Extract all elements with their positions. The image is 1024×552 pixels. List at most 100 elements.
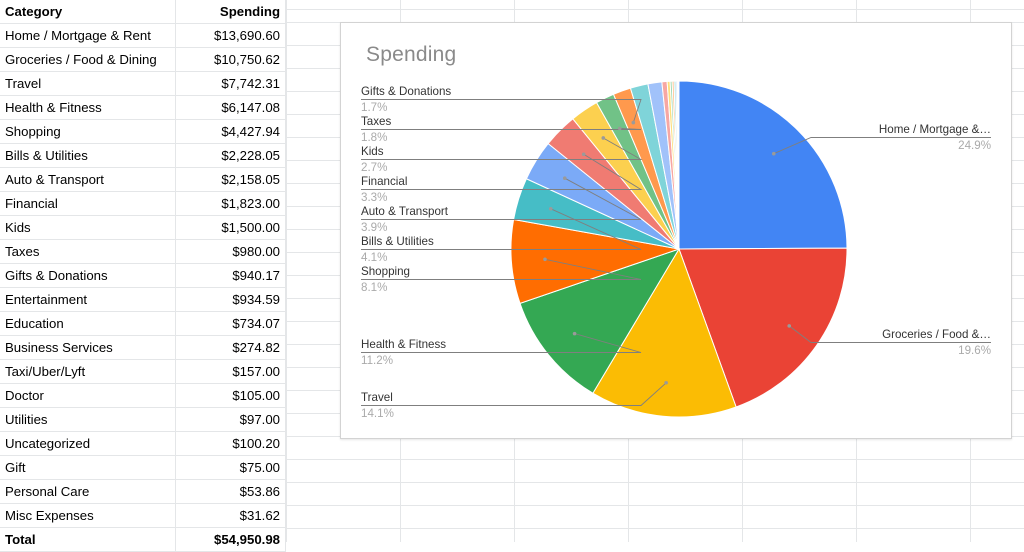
cell-amount[interactable]: $274.82	[175, 335, 287, 360]
table-row: Groceries / Food & Dining $10,750.62	[0, 47, 287, 72]
cell-category[interactable]: Business Services	[0, 335, 176, 360]
pie-label-name: Groceries / Food &…	[882, 328, 991, 341]
pie-chart-card[interactable]: Spending Gifts & Donations 1.7% Taxes 1.8% K…	[340, 22, 1012, 439]
cell-amount[interactable]: $4,427.94	[175, 119, 287, 144]
column-header-category[interactable]: Category	[0, 0, 176, 24]
table-row: Home / Mortgage & Rent $13,690.60	[0, 23, 287, 48]
cell-amount[interactable]: $100.20	[175, 431, 287, 456]
cell-total-amount[interactable]: $54,950.98	[175, 527, 287, 552]
table-row: Shopping $4,427.94	[0, 119, 287, 144]
pie-leader-dot	[562, 176, 567, 180]
cell-category[interactable]: Uncategorized	[0, 431, 176, 456]
pie-label-name: Travel	[361, 391, 393, 404]
cell-amount[interactable]: $97.00	[175, 407, 287, 432]
cell-category[interactable]: Kids	[0, 215, 176, 240]
spending-table: Category Spending Home / Mortgage & Rent…	[0, 0, 287, 552]
table-row: Doctor $105.00	[0, 383, 287, 408]
cell-category[interactable]: Groceries / Food & Dining	[0, 47, 176, 72]
cell-category[interactable]: Bills & Utilities	[0, 143, 176, 168]
table-row: Education $734.07	[0, 311, 287, 336]
table-row: Gifts & Donations $940.17	[0, 263, 287, 288]
pie-slice[interactable]	[678, 80, 848, 250]
pie-leader-dot	[631, 120, 636, 125]
table-row: Uncategorized $100.20	[0, 431, 287, 456]
cell-amount[interactable]: $10,750.62	[175, 47, 287, 72]
cell-amount[interactable]: $1,823.00	[175, 191, 287, 216]
pie-label-name: Home / Mortgage &…	[879, 123, 991, 136]
table-total-row: Total $54,950.98	[0, 527, 287, 552]
cell-category[interactable]: Gift	[0, 455, 176, 480]
pie-label-percent: 2.7%	[361, 161, 387, 174]
cell-category[interactable]: Education	[0, 311, 176, 336]
table-body: Home / Mortgage & Rent $13,690.60 Grocerie…	[0, 23, 287, 552]
cell-amount[interactable]: $1,500.00	[175, 215, 287, 240]
pie-label-name: Bills & Utilities	[361, 235, 434, 248]
pie-label-percent: 3.9%	[361, 221, 387, 234]
column-header-spending[interactable]: Spending	[175, 0, 287, 24]
cell-amount[interactable]: $13,690.60	[175, 23, 287, 48]
pie-label-percent: 1.7%	[361, 101, 387, 114]
pie-leader-dot	[787, 324, 792, 328]
cell-category[interactable]: Utilities	[0, 407, 176, 432]
cell-category[interactable]: Shopping	[0, 119, 176, 144]
table-row: Taxes $980.00	[0, 239, 287, 264]
table-row: Kids $1,500.00	[0, 215, 287, 240]
pie-leader-dot	[548, 206, 553, 211]
cell-amount[interactable]: $31.62	[175, 503, 287, 528]
cell-amount[interactable]: $2,158.05	[175, 167, 287, 192]
cell-category[interactable]: Taxi/Uber/Lyft	[0, 359, 176, 384]
pie-label-name: Shopping	[361, 265, 410, 278]
table-row: Personal Care $53.86	[0, 479, 287, 504]
pie-chart-svg[interactable]: Gifts & Donations 1.7%Taxes 1.8%Kids 2.7%Fi…	[341, 23, 1011, 438]
cell-category[interactable]: Misc Expenses	[0, 503, 176, 528]
cell-category[interactable]: Home / Mortgage & Rent	[0, 23, 176, 48]
cell-category[interactable]: Doctor	[0, 383, 176, 408]
cell-amount[interactable]: $157.00	[175, 359, 287, 384]
table-row: Travel $7,742.31	[0, 71, 287, 96]
cell-amount[interactable]: $734.07	[175, 311, 287, 336]
table-row: Gift $75.00	[0, 455, 287, 480]
pie-leader-dot	[572, 331, 577, 336]
cell-category[interactable]: Auto & Transport	[0, 167, 176, 192]
cell-amount[interactable]: $105.00	[175, 383, 287, 408]
pie-label-percent: 4.1%	[361, 251, 387, 264]
table-row: Entertainment $934.59	[0, 287, 287, 312]
table-row: Financial $1,823.00	[0, 191, 287, 216]
cell-amount[interactable]: $7,742.31	[175, 71, 287, 96]
cell-amount[interactable]: $934.59	[175, 287, 287, 312]
cell-amount[interactable]: $53.86	[175, 479, 287, 504]
pie-leader-dot	[771, 151, 776, 156]
table-row: Business Services $274.82	[0, 335, 287, 360]
pie-slice[interactable]	[677, 80, 680, 250]
table-row: Taxi/Uber/Lyft $157.00	[0, 359, 287, 384]
pie-label-name: Auto & Transport	[361, 205, 449, 218]
pie-label-percent: 8.1%	[361, 281, 387, 294]
cell-amount[interactable]: $980.00	[175, 239, 287, 264]
cell-amount[interactable]: $75.00	[175, 455, 287, 480]
cell-amount[interactable]: $940.17	[175, 263, 287, 288]
cell-category[interactable]: Entertainment	[0, 287, 176, 312]
pie-label-name: Financial	[361, 175, 407, 188]
table-row: Auto & Transport $2,158.05	[0, 167, 287, 192]
cell-total-label[interactable]: Total	[0, 527, 176, 552]
table-row: Health & Fitness $6,147.08	[0, 95, 287, 120]
table-row: Utilities $97.00	[0, 407, 287, 432]
cell-amount[interactable]: $6,147.08	[175, 95, 287, 120]
pie-label-name: Kids	[361, 145, 384, 158]
cell-category[interactable]: Taxes	[0, 239, 176, 264]
cell-category[interactable]: Travel	[0, 71, 176, 96]
pie-slices-group[interactable]	[510, 80, 848, 418]
pie-label-percent: 11.2%	[361, 354, 393, 367]
pie-label-percent: 3.3%	[361, 191, 387, 204]
cell-category[interactable]: Personal Care	[0, 479, 176, 504]
cell-category[interactable]: Health & Fitness	[0, 95, 176, 120]
pie-label-name: Taxes	[361, 115, 391, 128]
cell-category[interactable]: Financial	[0, 191, 176, 216]
pie-label-percent: 24.9%	[958, 139, 991, 152]
table-row: Bills & Utilities $2,228.05	[0, 143, 287, 168]
table-header-row: Category Spending	[0, 0, 287, 24]
pie-leader-dot	[664, 380, 668, 385]
cell-amount[interactable]: $2,228.05	[175, 143, 287, 168]
cell-category[interactable]: Gifts & Donations	[0, 263, 176, 288]
pie-leader-dot	[601, 136, 606, 140]
